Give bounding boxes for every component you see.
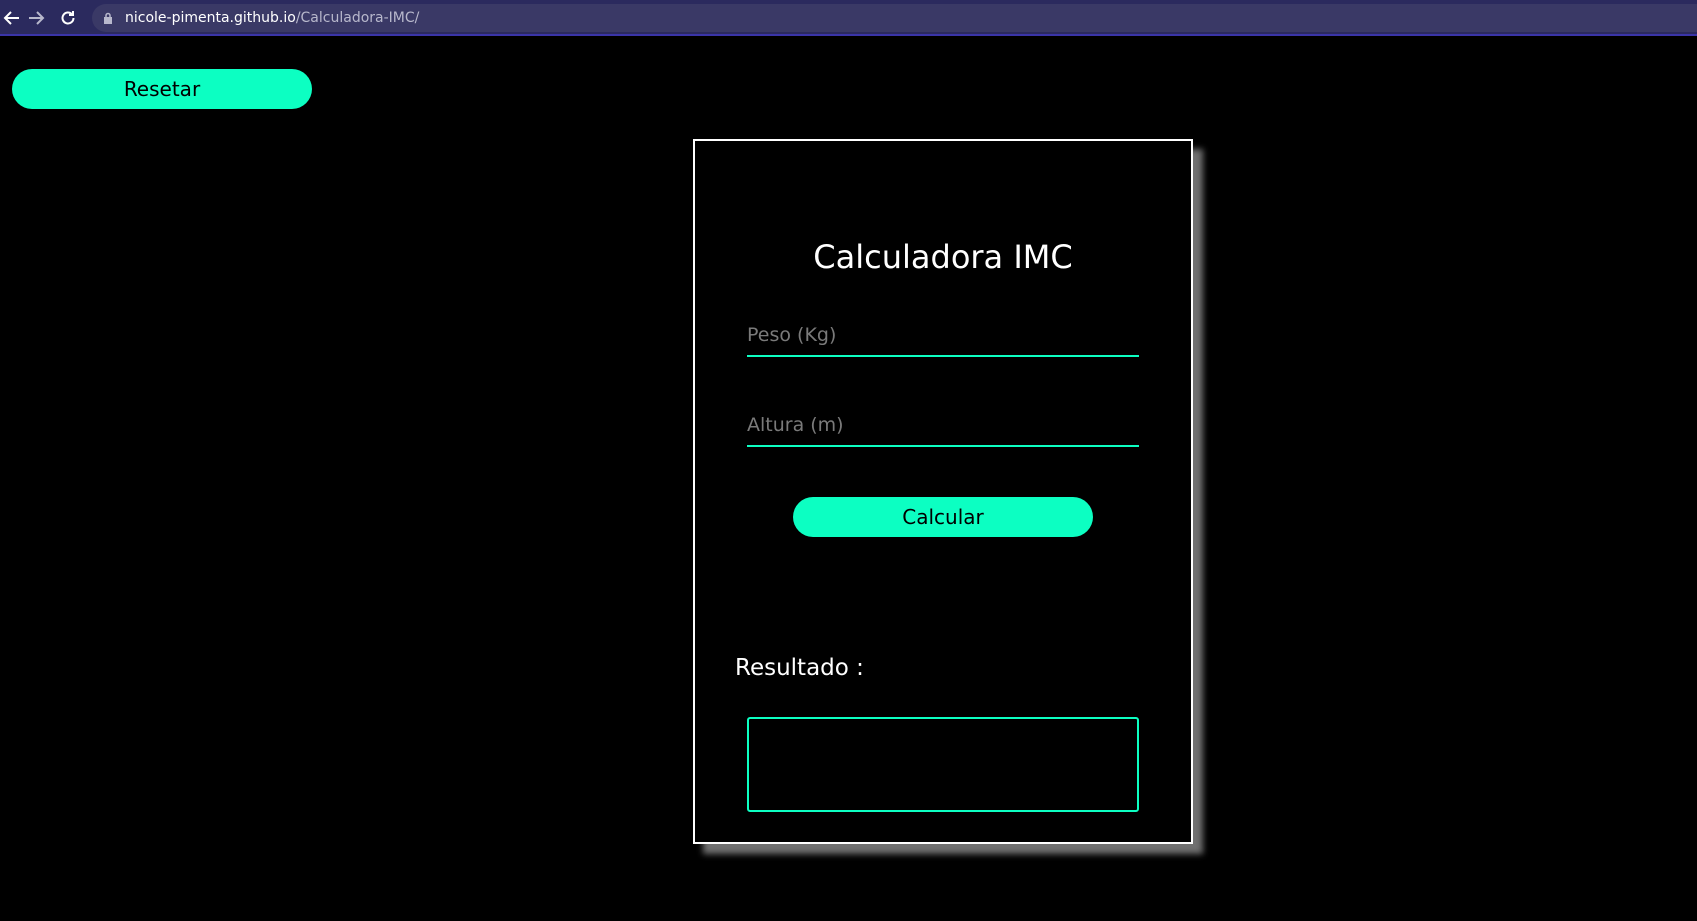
peso-input[interactable]: Peso (Kg) (747, 315, 1139, 357)
url-path: /Calculadora-IMC/ (295, 10, 420, 26)
reset-button[interactable]: Resetar (12, 69, 312, 109)
reload-icon[interactable] (56, 6, 80, 30)
forward-icon[interactable] (24, 6, 48, 30)
result-box (747, 717, 1139, 812)
calculate-button[interactable]: Calcular (793, 497, 1093, 537)
back-icon[interactable] (0, 6, 24, 30)
altura-input[interactable]: Altura (m) (747, 405, 1139, 447)
browser-toolbar: nicole-pimenta.github.io/Calculadora-IMC… (0, 0, 1697, 36)
result-label: Resultado : (735, 655, 864, 681)
peso-placeholder: Peso (Kg) (747, 324, 837, 346)
page-title: Calculadora IMC (813, 238, 1073, 276)
address-bar[interactable]: nicole-pimenta.github.io/Calculadora-IMC… (92, 4, 1697, 32)
lock-icon (103, 12, 113, 24)
altura-placeholder: Altura (m) (747, 414, 844, 436)
bmi-calculator-card: Calculadora IMC Peso (Kg) Altura (m) Cal… (693, 139, 1193, 844)
url-host: nicole-pimenta.github.io (125, 10, 296, 26)
url-text: nicole-pimenta.github.io/Calculadora-IMC… (125, 10, 419, 26)
